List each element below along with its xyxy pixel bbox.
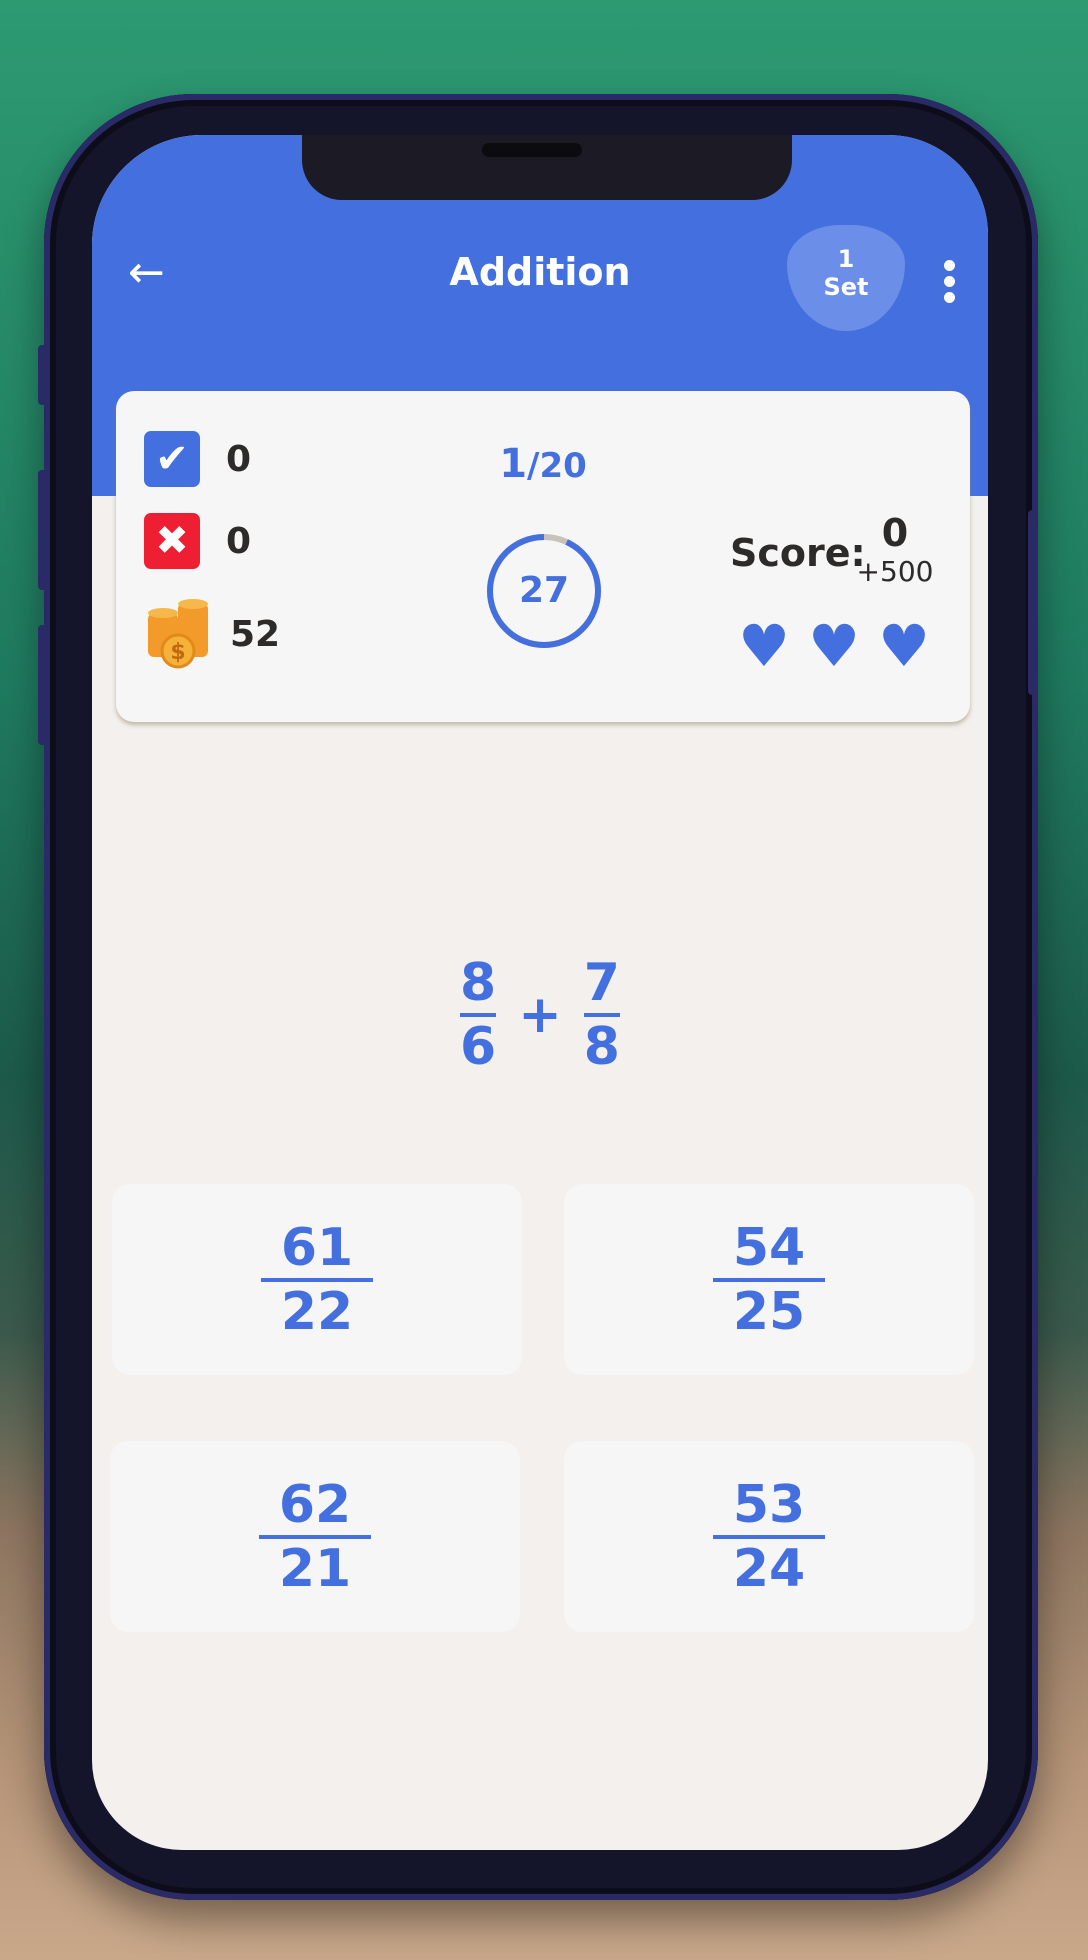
- score-label: Score:: [730, 531, 866, 575]
- operator: +: [518, 985, 562, 1045]
- stats-card: ✔ 0 ✖ 0 $ 52 1/20 27 Score: 0 +500 ♥ ♥ ♥: [116, 391, 970, 722]
- svg-text:$: $: [170, 640, 185, 665]
- phone-notch: [302, 135, 792, 200]
- question-progress: 1/20: [499, 441, 587, 487]
- countdown-timer: 27: [484, 531, 604, 651]
- set-number: 1: [837, 245, 855, 273]
- fraction-a: 86: [460, 953, 497, 1077]
- answer-option-3[interactable]: 62 21: [110, 1441, 520, 1632]
- app-screen: ← Addition 1 Set ✔ 0 ✖ 0 $ 52 1/20 27 Sc…: [92, 135, 988, 1850]
- heart-icon: ♥: [878, 612, 930, 680]
- heart-icon: ♥: [738, 612, 790, 680]
- question-expression: 86 + 78: [92, 955, 988, 1075]
- phone-volume-up: [38, 470, 48, 590]
- heart-icon: ♥: [808, 612, 860, 680]
- more-vertical-icon[interactable]: [944, 260, 958, 308]
- fraction-b: 78: [583, 953, 620, 1077]
- lives: ♥ ♥ ♥: [738, 616, 930, 676]
- score-value: 0 +500: [856, 511, 934, 588]
- phone-power-button: [1028, 510, 1038, 695]
- phone-volume-down: [38, 625, 48, 745]
- answer-option-4[interactable]: 53 24: [564, 1441, 974, 1632]
- close-x-icon: ✖: [144, 513, 200, 569]
- wrong-count: ✖ 0: [144, 513, 251, 569]
- set-badge[interactable]: 1 Set: [787, 225, 905, 331]
- coins-icon: $: [148, 599, 208, 669]
- answer-option-2[interactable]: 54 25: [564, 1184, 974, 1375]
- timer-value: 27: [518, 570, 570, 611]
- answer-option-1[interactable]: 61 22: [112, 1184, 522, 1375]
- wrong-value: 0: [226, 520, 252, 562]
- coins-count: $ 52: [144, 599, 280, 669]
- phone-side-button: [38, 345, 48, 405]
- coins-value: 52: [230, 613, 281, 655]
- set-label: Set: [823, 273, 869, 301]
